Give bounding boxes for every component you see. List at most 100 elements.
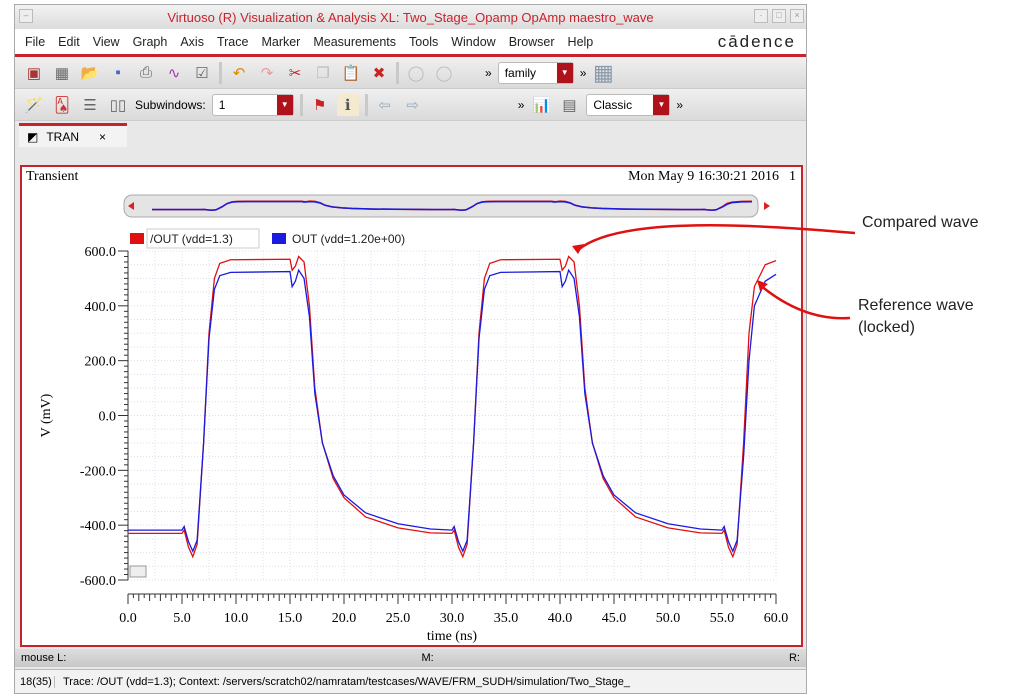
x-tick-label: 30.0 <box>440 611 465 626</box>
main-toolbar: ▣ ▦ 📂 ▪ ⎙ ∿ ☑ ↶ ↷ ✂ ❐ 📋 ✖ ◯ ◯ » family ▼ … <box>15 57 806 89</box>
menu-help[interactable]: Help <box>568 35 594 49</box>
x-tick-label: 60.0 <box>764 611 789 626</box>
family-select[interactable]: family ▼ <box>497 61 574 84</box>
legend-label: OUT (vdd=1.20e+00) <box>292 232 405 246</box>
overview-scrollbar <box>123 194 759 218</box>
legend-swatch <box>130 233 144 244</box>
menu-file[interactable]: File <box>25 35 45 49</box>
x-tick-label: 25.0 <box>386 611 411 626</box>
back-icon[interactable]: ◯ <box>405 62 427 84</box>
menu-axis[interactable]: Axis <box>180 35 204 49</box>
family-value: family <box>504 65 537 80</box>
mouse-left-label: mouse L: <box>21 652 67 664</box>
chevron-down-icon: ▼ <box>653 94 670 115</box>
waveform-icon[interactable]: ∿ <box>163 62 185 84</box>
edit-check-icon[interactable]: ☑ <box>191 62 213 84</box>
close-tab-icon[interactable]: × <box>99 130 106 144</box>
more-icon[interactable]: » <box>485 66 492 80</box>
menu-measurements[interactable]: Measurements <box>313 35 396 49</box>
status-message: Trace: /OUT (vdd=1.3); Context: /servers… <box>63 675 631 688</box>
message-bar: 18(35) Trace: /OUT (vdd=1.3); Context: /… <box>15 669 806 693</box>
legend-label: /OUT (vdd=1.3) <box>150 232 233 246</box>
y-tick-label: -600.0 <box>80 574 116 589</box>
paste-icon[interactable]: 📋 <box>340 62 362 84</box>
app-window: – Virtuoso (R) Visualization & Analysis … <box>14 4 807 694</box>
x-tick-label: 55.0 <box>710 611 735 626</box>
cut-icon[interactable]: ✂ <box>284 62 306 84</box>
compared-wave-annotation: Compared wave <box>862 214 979 231</box>
undo-icon[interactable]: ↶ <box>228 62 250 84</box>
scroll-right-icon <box>764 202 770 210</box>
menu-bar: File Edit View Graph Axis Trace Marker M… <box>15 29 806 57</box>
delete-icon[interactable]: ✖ <box>368 62 390 84</box>
menu-edit[interactable]: Edit <box>58 35 80 49</box>
new-subwindow-icon[interactable]: ▦ <box>51 62 73 84</box>
message-count: 18(35) <box>15 675 55 688</box>
y-tick-label: 200.0 <box>85 355 117 370</box>
left-arrow-icon[interactable]: ⇦ <box>374 94 396 116</box>
side-layout-icon[interactable]: ▯▯ <box>107 94 129 116</box>
new-window-icon[interactable]: ▣ <box>23 62 45 84</box>
grid-icon[interactable]: ▦ <box>592 60 614 85</box>
waveform-chart[interactable]: /OUT (vdd=1.3) OUT (vdd=1.20e+00) 0.0 5.0 10… <box>22 167 801 645</box>
y-tick-label: -400.0 <box>80 519 116 534</box>
save-icon[interactable]: ▪ <box>107 62 129 84</box>
subwindows-select[interactable]: 1 ▼ <box>211 93 294 116</box>
y-tick-label: 600.0 <box>85 245 117 260</box>
right-arrow-icon[interactable]: ⇨ <box>402 94 424 116</box>
separator <box>299 93 303 116</box>
calculator-icon[interactable]: ▤ <box>558 94 580 116</box>
y-tick-label: 400.0 <box>85 300 117 315</box>
more-icon[interactable]: » <box>676 98 683 112</box>
forward-icon[interactable]: ◯ <box>433 62 455 84</box>
menu-window[interactable]: Window <box>451 35 495 49</box>
cards-icon[interactable]: 🂡 <box>51 94 73 116</box>
x-tick-label: 15.0 <box>278 611 303 626</box>
y-axis-label: V (mV) <box>39 393 54 437</box>
more-icon[interactable]: » <box>580 66 587 80</box>
secondary-toolbar: 🪄 🂡 ☰ ▯▯ Subwindows: 1 ▼ ⚑ ℹ ⇦ ⇨ » 📊 ▤ Cl… <box>15 89 806 121</box>
flag-icon[interactable]: ⚑ <box>309 94 331 116</box>
maximize-button[interactable]: □ <box>772 9 786 23</box>
x-tick-label: 0.0 <box>119 611 137 626</box>
tab-bar: ◩ TRAN × <box>15 121 806 147</box>
more-icon[interactable]: » <box>518 98 525 112</box>
x-tick-label: 5.0 <box>173 611 191 626</box>
graph-icon: ◩ <box>27 129 39 144</box>
chevron-down-icon: ▼ <box>556 62 573 83</box>
magic-wand-icon[interactable]: 🪄 <box>23 94 45 116</box>
menu-marker[interactable]: Marker <box>261 35 300 49</box>
menu-view[interactable]: View <box>93 35 120 49</box>
open-folder-icon[interactable]: 📂 <box>79 62 101 84</box>
legend-swatch <box>272 233 286 244</box>
stack-layout-icon[interactable]: ☰ <box>79 94 101 116</box>
x-tick-label: 10.0 <box>224 611 249 626</box>
style-value: Classic <box>593 97 633 112</box>
menu-browser[interactable]: Browser <box>509 35 555 49</box>
subwindows-label: Subwindows: <box>135 97 206 112</box>
minimize-button[interactable]: · <box>754 9 768 23</box>
menu-graph[interactable]: Graph <box>133 35 168 49</box>
close-button[interactable]: × <box>790 9 804 23</box>
menu-tools[interactable]: Tools <box>409 35 438 49</box>
chevron-down-icon: ▼ <box>276 94 293 115</box>
window-title: Virtuoso (R) Visualization & Analysis XL… <box>167 9 654 25</box>
print-icon[interactable]: ⎙ <box>135 62 157 84</box>
redo-icon[interactable]: ↷ <box>256 62 278 84</box>
style-select[interactable]: Classic ▼ <box>586 93 671 116</box>
menu-trace[interactable]: Trace <box>217 35 249 49</box>
copy-icon[interactable]: ❐ <box>312 62 334 84</box>
tab-tran[interactable]: ◩ TRAN × <box>19 123 127 147</box>
title-bar: – Virtuoso (R) Visualization & Analysis … <box>15 5 806 29</box>
y-tick-label: -200.0 <box>80 464 116 479</box>
x-axis-label: time (ns) <box>427 629 477 644</box>
window-menu-button[interactable]: – <box>19 9 33 23</box>
info-icon[interactable]: ℹ <box>336 93 359 116</box>
mouse-status-bar: mouse L: M: R: <box>15 649 806 667</box>
play-button[interactable] <box>129 565 147 578</box>
x-tick-label: 20.0 <box>332 611 357 626</box>
reference-wave-annotation: Reference wave (locked) <box>858 297 974 336</box>
histogram-icon[interactable]: 📊 <box>530 94 552 116</box>
x-tick-label: 35.0 <box>494 611 519 626</box>
separator <box>364 93 368 116</box>
